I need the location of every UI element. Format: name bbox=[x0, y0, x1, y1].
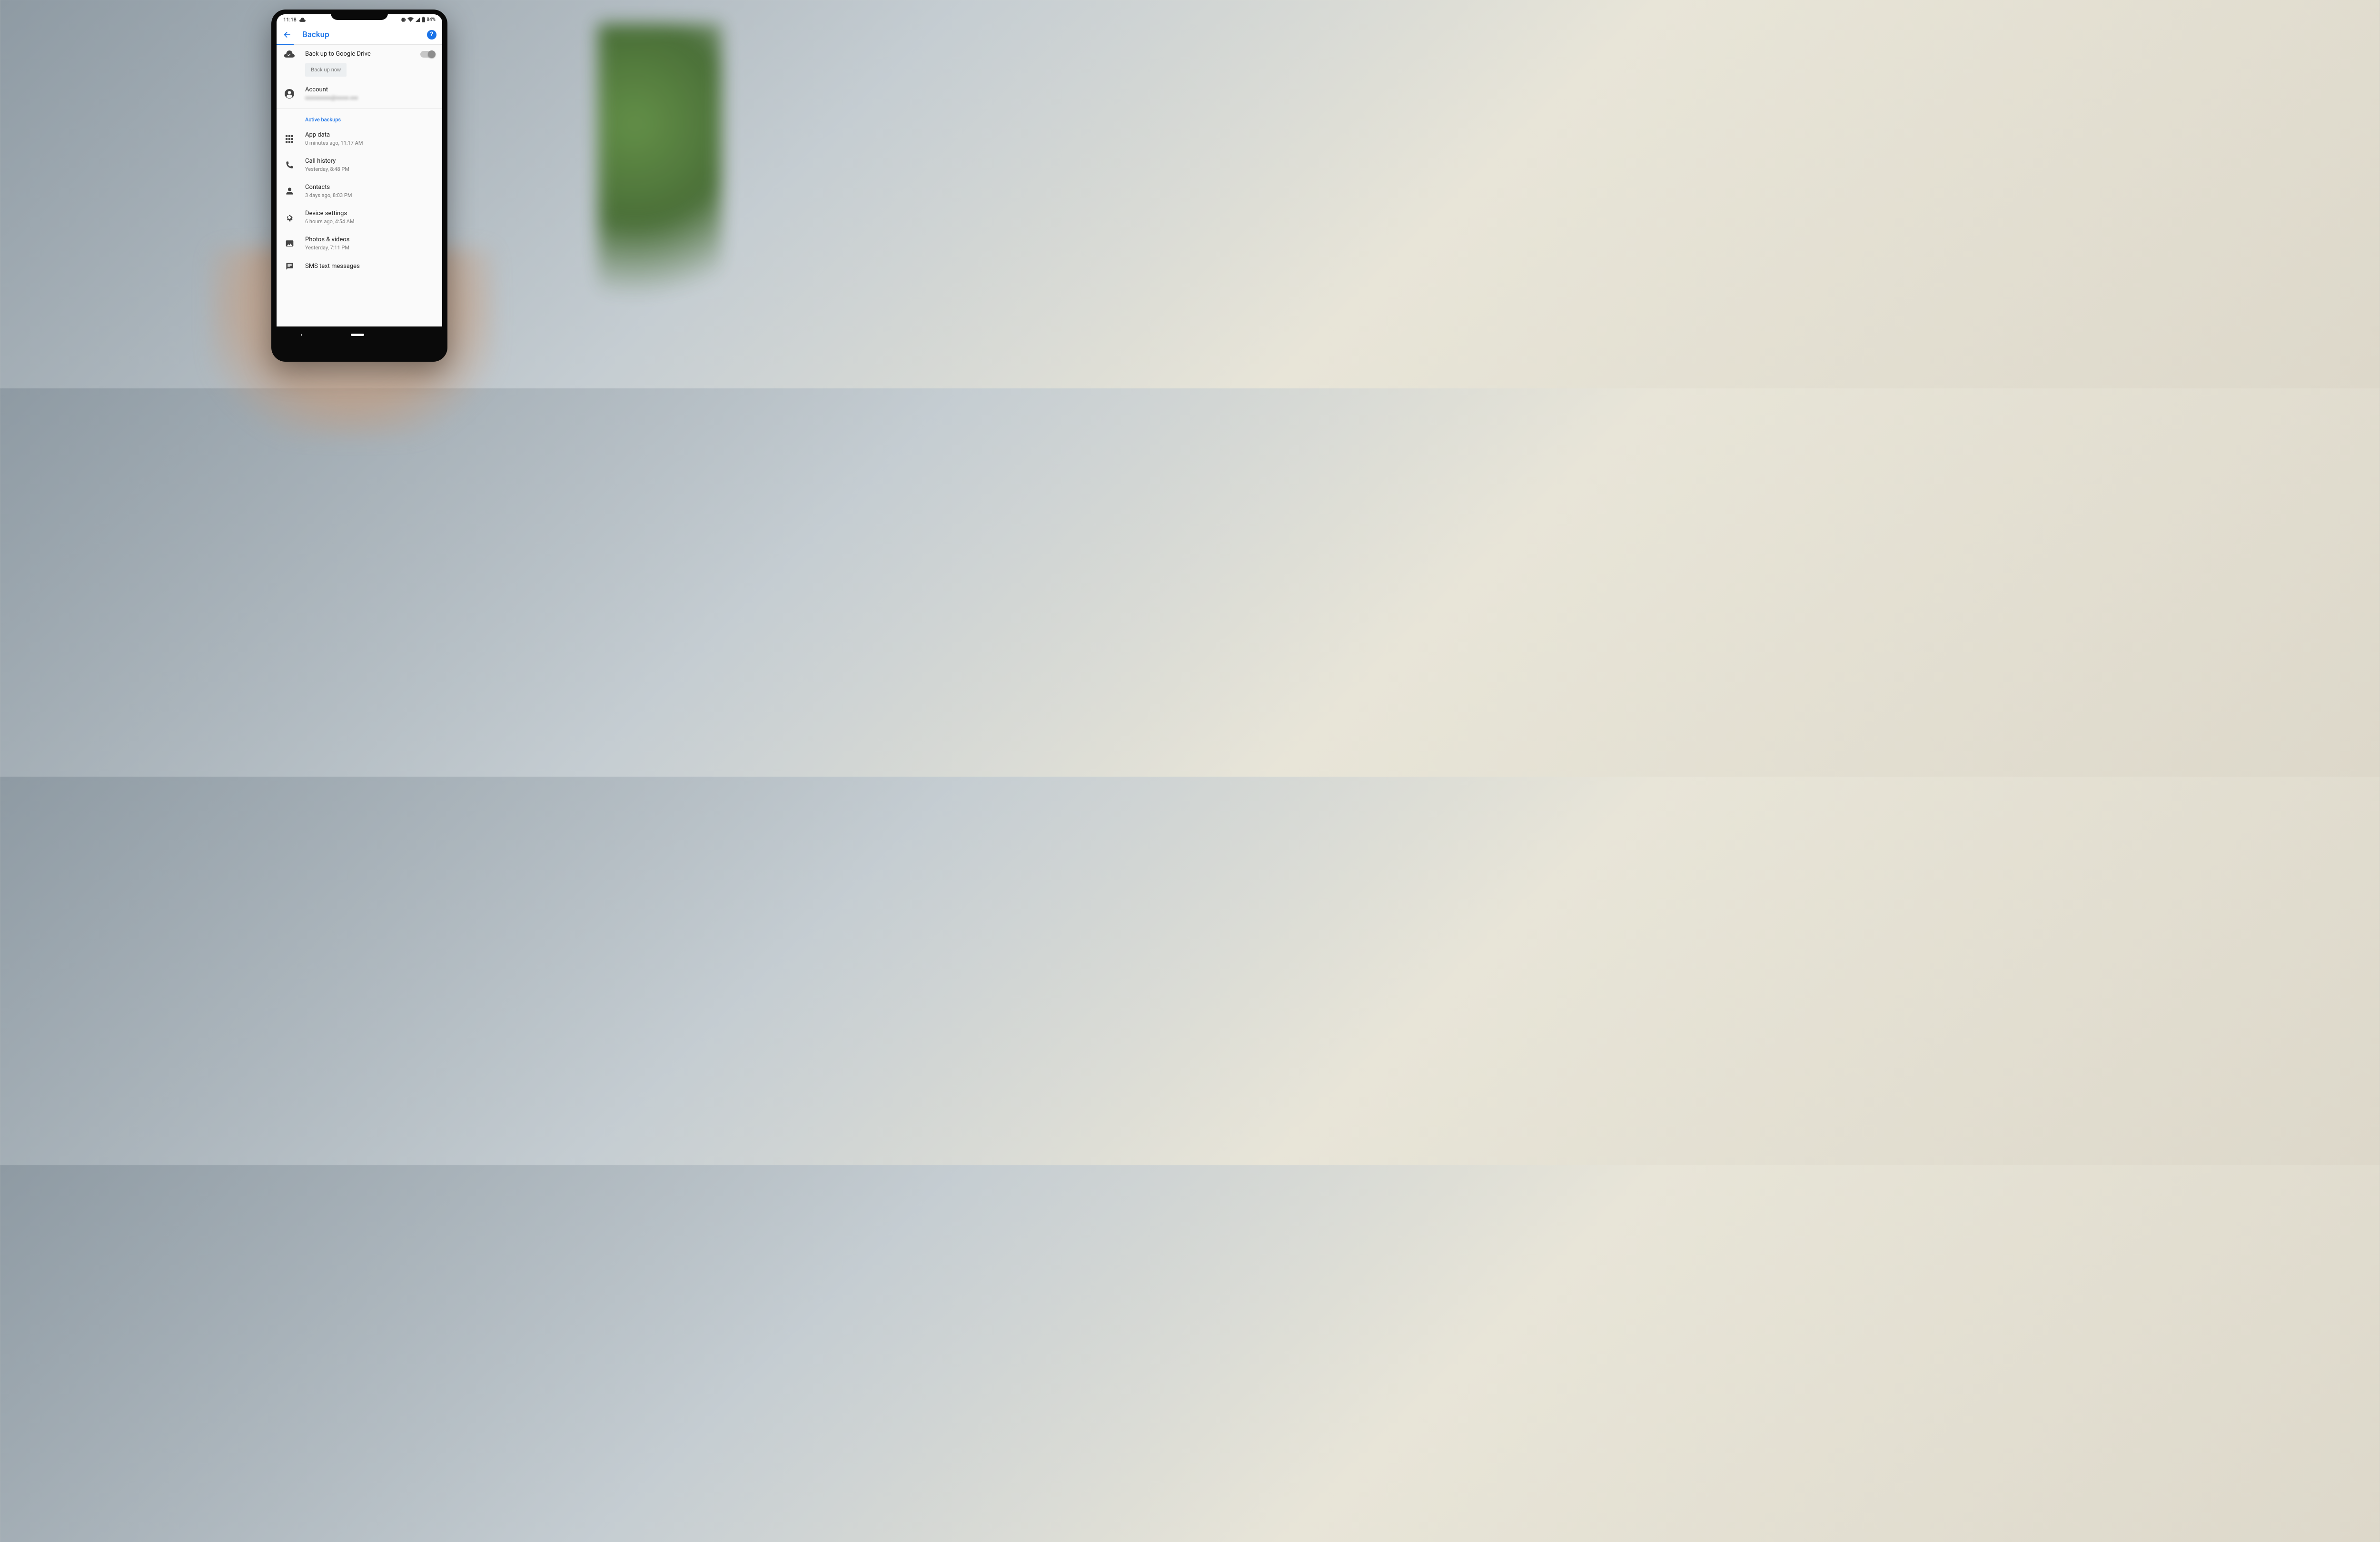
person-icon bbox=[284, 187, 295, 195]
phone-frame: 11:18 84% bbox=[271, 10, 447, 362]
list-item-device-settings[interactable]: Device settings 6 hours ago, 4:54 AM bbox=[277, 204, 442, 230]
battery-percent: 84% bbox=[426, 17, 436, 22]
notch bbox=[331, 10, 388, 20]
item-subtitle: Yesterday, 8:48 PM bbox=[305, 166, 435, 172]
backup-toggle-label: Back up to Google Drive bbox=[305, 50, 410, 58]
account-row[interactable]: Account xxxxxxxxxx@xxxxx.xxx bbox=[277, 80, 442, 107]
active-backups-header: Active backups bbox=[277, 111, 442, 126]
image-icon bbox=[284, 239, 295, 247]
account-icon bbox=[284, 89, 295, 99]
gear-icon bbox=[284, 213, 295, 222]
phone-icon bbox=[284, 161, 295, 169]
app-bar: Backup ? bbox=[277, 25, 442, 45]
item-title: Call history bbox=[305, 158, 435, 165]
backup-toggle[interactable] bbox=[420, 51, 435, 58]
vibrate-icon bbox=[401, 17, 406, 22]
list-item-contacts[interactable]: Contacts 3 days ago, 8:03 PM bbox=[277, 178, 442, 204]
account-email: xxxxxxxxxx@xxxxx.xxx bbox=[305, 95, 435, 101]
backup-to-drive-row[interactable]: Back up to Google Drive bbox=[277, 45, 442, 63]
list-item-call-history[interactable]: Call history Yesterday, 8:48 PM bbox=[277, 152, 442, 178]
page-title: Backup bbox=[302, 30, 329, 40]
status-time: 11:18 bbox=[283, 17, 297, 23]
item-subtitle: Yesterday, 7:11 PM bbox=[305, 245, 435, 251]
backup-now-button[interactable]: Back up now bbox=[305, 63, 347, 77]
message-icon bbox=[284, 262, 295, 270]
back-arrow-icon[interactable] bbox=[282, 30, 292, 40]
android-nav-bar: ‹ bbox=[277, 326, 442, 343]
item-title: Device settings bbox=[305, 210, 435, 217]
item-title: Contacts bbox=[305, 184, 435, 191]
list-item-sms[interactable]: SMS text messages bbox=[277, 257, 442, 271]
list-item-app-data[interactable]: App data 0 minutes ago, 11:17 AM bbox=[277, 126, 442, 152]
item-title: SMS text messages bbox=[305, 263, 435, 270]
nav-back-icon[interactable]: ‹ bbox=[301, 331, 303, 338]
progress-indicator bbox=[277, 44, 294, 45]
item-subtitle: 6 hours ago, 4:54 AM bbox=[305, 218, 435, 225]
account-label: Account bbox=[305, 86, 435, 93]
list-item-photos-videos[interactable]: Photos & videos Yesterday, 7:11 PM bbox=[277, 230, 442, 257]
wifi-icon bbox=[407, 17, 414, 22]
item-subtitle: 0 minutes ago, 11:17 AM bbox=[305, 140, 435, 146]
item-title: App data bbox=[305, 131, 435, 138]
screen: 11:18 84% bbox=[277, 14, 442, 343]
item-title: Photos & videos bbox=[305, 236, 435, 243]
help-icon[interactable]: ? bbox=[427, 30, 436, 40]
nav-home-pill[interactable] bbox=[351, 334, 364, 336]
apps-icon bbox=[284, 135, 295, 143]
cloud-done-icon bbox=[284, 50, 295, 58]
signal-icon bbox=[415, 17, 420, 22]
cloud-icon bbox=[299, 18, 306, 22]
item-subtitle: 3 days ago, 8:03 PM bbox=[305, 192, 435, 198]
battery-icon bbox=[422, 17, 425, 22]
